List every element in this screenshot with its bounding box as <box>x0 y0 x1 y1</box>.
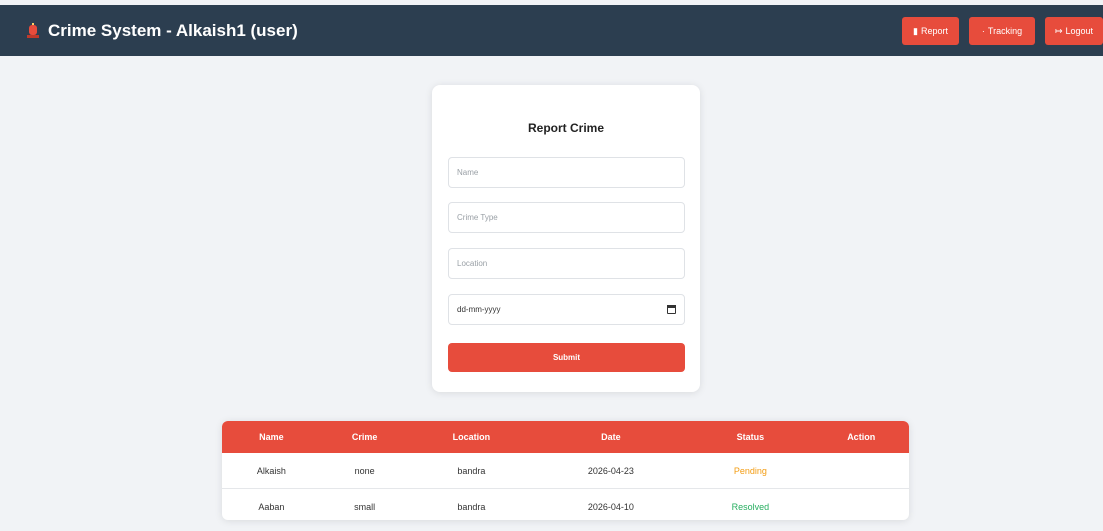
cell-name: Aaban <box>258 501 285 512</box>
table-header-row: Name Crime Location Date Status Action <box>222 421 909 453</box>
form-title: Report Crime <box>527 121 604 135</box>
cell-date: 2026-04-23 <box>534 453 688 489</box>
top-navbar: Crime System - Alkaish1 (user) ▮ Report … <box>0 5 1103 56</box>
cell-action <box>813 489 909 521</box>
pin-icon: · <box>981 26 985 36</box>
date-placeholder: dd-mm-yyyy <box>457 305 501 314</box>
exit-icon: ↦ <box>1054 25 1063 36</box>
status-badge: Pending <box>687 453 814 489</box>
logout-button-label: Logout <box>1065 26 1094 36</box>
report-crime-card: Report Crime Name Crime Type Location dd… <box>432 85 700 392</box>
cell-action <box>813 453 909 489</box>
crime-reports-table: Name Crime Location Date Status Action A… <box>222 421 909 520</box>
app-title: Crime System - Alkaish1 (user) <box>48 20 298 40</box>
location-input[interactable]: Location <box>448 248 685 279</box>
header-date: Date <box>601 432 621 442</box>
header-action: Action <box>847 432 876 442</box>
tracking-button-label: Tracking <box>987 26 1023 36</box>
crime-type-input[interactable]: Crime Type <box>448 202 685 233</box>
siren-icon <box>27 22 39 38</box>
cell-crime: small <box>354 501 376 512</box>
header-name: Name <box>259 432 284 442</box>
date-input[interactable]: dd-mm-yyyy <box>448 294 685 325</box>
table-row: Alkaish none bandra 2026-04-23 Pending <box>222 453 909 489</box>
header-status: Status <box>736 432 765 442</box>
report-button-label: Report <box>920 26 948 36</box>
header-location: Location <box>452 432 491 442</box>
brand: Crime System - Alkaish1 (user) <box>26 21 298 41</box>
cell-crime: none <box>320 453 409 489</box>
cell-date: 2026-04-10 <box>587 501 634 512</box>
nav-buttons: ▮ Report · Tracking ↦ Logout <box>892 17 1103 45</box>
table-row: Aaban small bandra 2026-04-10 Resolved <box>222 489 909 521</box>
document-icon: ▮ <box>913 25 918 36</box>
tracking-button[interactable]: · Tracking <box>969 17 1035 45</box>
header-crime: Crime <box>351 432 378 442</box>
logout-button[interactable]: ↦ Logout <box>1045 17 1103 45</box>
cell-name: Alkaish <box>222 453 321 489</box>
cell-location: bandra <box>408 453 535 489</box>
calendar-icon[interactable] <box>667 305 676 314</box>
submit-button[interactable]: Submit <box>448 343 685 372</box>
status-badge: Resolved <box>731 501 770 512</box>
cell-location: bandra <box>457 501 486 512</box>
report-button[interactable]: ▮ Report <box>902 17 959 45</box>
name-input[interactable]: Name <box>448 157 685 188</box>
